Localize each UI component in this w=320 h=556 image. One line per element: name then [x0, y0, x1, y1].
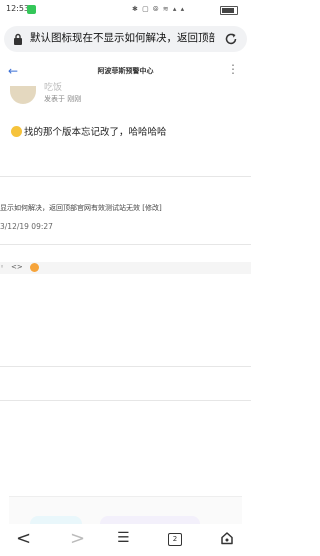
more-menu-icon[interactable]: ⋮ — [227, 62, 239, 76]
post-date: 3/12/19 09:27 — [0, 222, 53, 231]
divider — [0, 366, 251, 367]
code-icon[interactable]: <> — [11, 263, 23, 271]
lock-icon — [14, 33, 22, 45]
emoji-icon[interactable] — [30, 263, 39, 272]
edit-note: 显示如何解决，返回顶部官网有效测试站无效 [修改] — [0, 204, 162, 212]
divider — [0, 244, 251, 245]
poster-label: 发表于 — [44, 95, 65, 103]
poster-name[interactable]: 刚刚 — [67, 95, 81, 103]
author-nickname[interactable]: 吃饭 — [44, 80, 62, 93]
battery-icon — [220, 6, 238, 15]
nav-back-icon[interactable]: < — [16, 528, 31, 549]
nav-forward-icon[interactable]: > — [70, 528, 85, 549]
home-icon[interactable] — [220, 531, 234, 545]
status-bar — [0, 0, 251, 22]
smile-emoji-icon — [11, 126, 22, 137]
divider — [0, 400, 251, 401]
status-icons: ✱ ▢ ⦾ ≋ ▴ ▴ — [132, 5, 186, 13]
post-meta: 发表于 刚刚 — [44, 94, 81, 104]
nav-menu-icon[interactable]: ☰ — [117, 530, 130, 546]
url-text[interactable]: 默认图标现在不显示如何解决，返回顶部官网有效测试站无效 — [30, 30, 215, 45]
reload-icon[interactable] — [224, 32, 238, 46]
divider — [0, 176, 251, 177]
toolbar-dot-icon[interactable]: ◦ — [0, 263, 4, 271]
page-title: 阿波菲斯预警中心 — [97, 67, 154, 75]
notification-icon — [27, 5, 36, 14]
post-content: 找的那个版本忘记改了，哈哈哈哈 — [24, 127, 167, 138]
tabs-count-icon[interactable]: 2 — [168, 533, 182, 546]
status-time: 12:53 — [6, 4, 30, 13]
avatar[interactable] — [10, 86, 36, 104]
